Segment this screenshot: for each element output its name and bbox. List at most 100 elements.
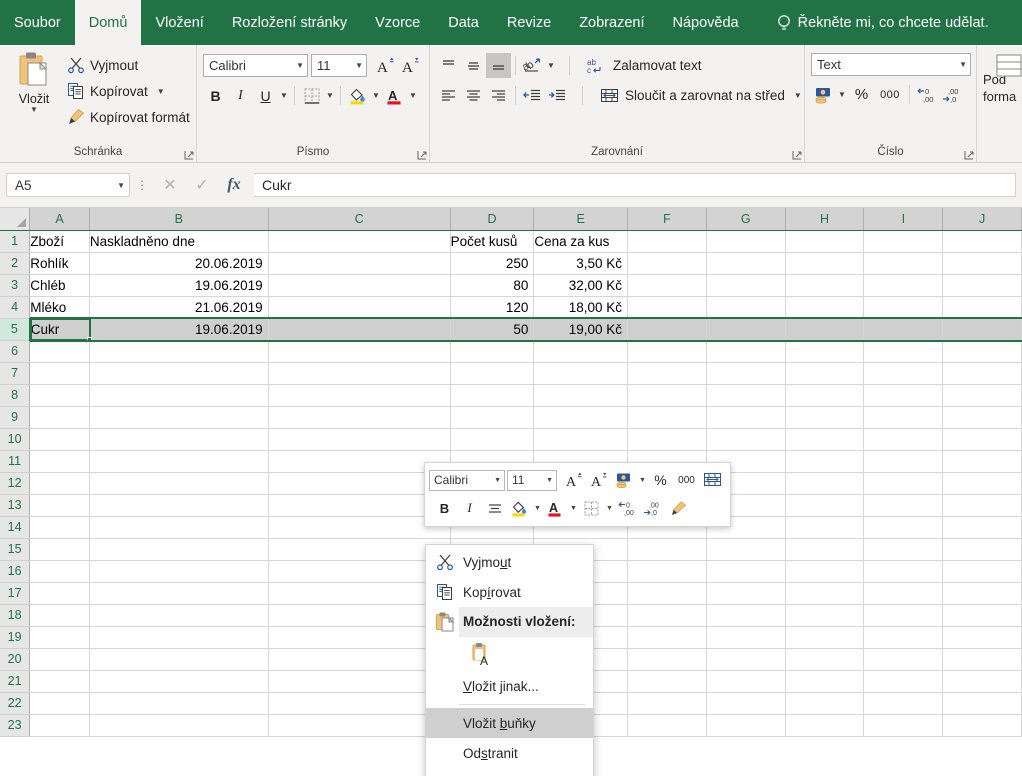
cell-F9[interactable] (628, 406, 707, 428)
cell-G9[interactable] (706, 406, 785, 428)
cell-C6[interactable] (268, 340, 450, 362)
cell-B13[interactable] (89, 494, 268, 516)
cell-G16[interactable] (706, 560, 785, 582)
cell-C20[interactable] (268, 648, 450, 670)
cell-J5[interactable] (943, 318, 1022, 340)
cell-A10[interactable] (30, 428, 90, 450)
cell-A19[interactable] (30, 626, 90, 648)
bold-button[interactable]: B (203, 83, 228, 108)
clipboard-dialog-launcher[interactable] (184, 150, 194, 160)
row-header-1[interactable]: 1 (0, 230, 30, 252)
orientation-split-button[interactable]: a b ▼ (520, 53, 557, 78)
mini-bold-button[interactable]: B (432, 496, 457, 521)
cell-F3[interactable] (628, 274, 707, 296)
cell-I12[interactable] (864, 472, 943, 494)
row-header-16[interactable]: 16 (0, 560, 30, 582)
cell-J13[interactable] (943, 494, 1022, 516)
cell-H19[interactable] (785, 626, 864, 648)
align-right-button[interactable] (486, 83, 511, 108)
row-header-13[interactable]: 13 (0, 494, 30, 516)
cell-C16[interactable] (268, 560, 450, 582)
cell-G15[interactable] (706, 538, 785, 560)
mini-decrease-decimal-icon[interactable]: 0 ,00 (615, 496, 640, 521)
mini-borders-icon[interactable] (579, 496, 604, 521)
cell-H3[interactable] (785, 274, 864, 296)
cell-A22[interactable] (30, 692, 90, 714)
cell-B19[interactable] (89, 626, 268, 648)
cell-J15[interactable] (943, 538, 1022, 560)
cell-E7[interactable] (534, 362, 628, 384)
cell-I11[interactable] (864, 450, 943, 472)
cell-I3[interactable] (864, 274, 943, 296)
comma-style-button[interactable]: 000 (875, 82, 905, 107)
cell-G3[interactable] (706, 274, 785, 296)
row-header-23[interactable]: 23 (0, 714, 30, 736)
cell-J20[interactable] (943, 648, 1022, 670)
cell-J19[interactable] (943, 626, 1022, 648)
cell-J1[interactable] (943, 230, 1022, 252)
cell-I14[interactable] (864, 516, 943, 538)
mini-percent-button[interactable]: % (648, 468, 673, 493)
column-header-H[interactable]: H (785, 208, 864, 230)
cell-E6[interactable] (534, 340, 628, 362)
cell-I10[interactable] (864, 428, 943, 450)
chevron-down-icon[interactable]: ▼ (794, 91, 802, 100)
cell-G7[interactable] (706, 362, 785, 384)
menu-item-kopírovat[interactable]: Kopírovat (426, 577, 593, 607)
cell-J12[interactable] (943, 472, 1022, 494)
cell-B21[interactable] (89, 670, 268, 692)
italic-button[interactable]: I (228, 83, 253, 108)
cell-J14[interactable] (943, 516, 1022, 538)
chevron-down-icon[interactable]: ▼ (568, 505, 579, 512)
cell-I21[interactable] (864, 670, 943, 692)
cell-A17[interactable] (30, 582, 90, 604)
name-box[interactable]: A5 ▼ (6, 173, 130, 197)
cell-B10[interactable] (89, 428, 268, 450)
cell-J4[interactable] (943, 296, 1022, 318)
menu-item-vložit-buňky[interactable]: Vložit buňky (426, 708, 593, 738)
currency-icon[interactable] (811, 82, 836, 107)
mini-fill-color-icon[interactable] (507, 496, 532, 521)
mini-increase-decimal-icon[interactable]: ,00 ,0 (640, 496, 665, 521)
row-header-18[interactable]: 18 (0, 604, 30, 626)
cell-H1[interactable] (785, 230, 864, 252)
cell-A3[interactable]: Chléb (30, 274, 90, 296)
cell-J22[interactable] (943, 692, 1022, 714)
cell-J3[interactable] (943, 274, 1022, 296)
cell-C18[interactable] (268, 604, 450, 626)
currency-split-button[interactable]: ▼ (811, 82, 848, 107)
cell-H12[interactable] (785, 472, 864, 494)
cell-B18[interactable] (89, 604, 268, 626)
cell-D2[interactable]: 250 (450, 252, 534, 274)
cell-A15[interactable] (30, 538, 90, 560)
row-header-19[interactable]: 19 (0, 626, 30, 648)
cell-F7[interactable] (628, 362, 707, 384)
cell-H14[interactable] (785, 516, 864, 538)
cell-I15[interactable] (864, 538, 943, 560)
cell-C10[interactable] (268, 428, 450, 450)
menu-item-vyjmout[interactable]: Vyjmout (426, 547, 593, 577)
chevron-down-icon[interactable]: ▼ (532, 505, 543, 512)
cell-D8[interactable] (450, 384, 534, 406)
column-header-D[interactable]: D (450, 208, 534, 230)
paste-button[interactable]: Vložit ▼ (6, 49, 62, 130)
align-left-button[interactable] (436, 83, 461, 108)
paste-values-button[interactable]: A (468, 641, 494, 667)
cell-J18[interactable] (943, 604, 1022, 626)
formula-input[interactable]: Cukr (254, 173, 1016, 197)
cell-A8[interactable] (30, 384, 90, 406)
cell-B14[interactable] (89, 516, 268, 538)
cell-E4[interactable]: 18,00 Kč (534, 296, 628, 318)
column-header-C[interactable]: C (268, 208, 450, 230)
align-middle-button[interactable] (461, 53, 486, 78)
cell-A6[interactable] (30, 340, 90, 362)
cell-H21[interactable] (785, 670, 864, 692)
cell-H2[interactable] (785, 252, 864, 274)
cell-A14[interactable] (30, 516, 90, 538)
chevron-down-icon[interactable]: ▼ (637, 477, 648, 484)
row-header-21[interactable]: 21 (0, 670, 30, 692)
cell-F1[interactable] (628, 230, 707, 252)
chevron-down-icon[interactable]: ▼ (117, 181, 125, 190)
cell-B7[interactable] (89, 362, 268, 384)
cell-B11[interactable] (89, 450, 268, 472)
